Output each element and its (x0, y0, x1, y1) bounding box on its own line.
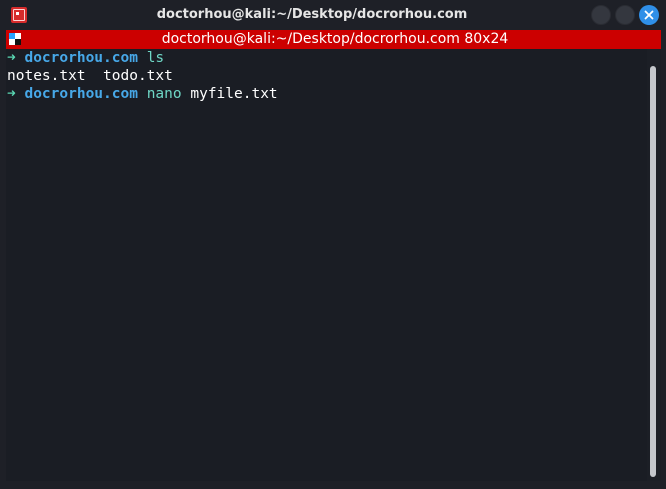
session-tab[interactable]: doctorhou@kali:~/Desktop/docrorhou.com 8… (6, 30, 661, 49)
command-name: nano (146, 86, 182, 102)
session-icon (9, 33, 22, 46)
minimize-button[interactable] (591, 5, 611, 25)
prompt-directory: docrorhou.com (24, 86, 138, 102)
window-frame-right (661, 30, 666, 489)
terminal-line: notes.txt todo.txt (7, 67, 173, 85)
terminal-output[interactable]: ➜ docrorhou.com ls notes.txt todo.txt ➜ … (6, 49, 647, 481)
command-name: ls (146, 50, 165, 66)
session-tab-title: doctorhou@kali:~/Desktop/docrorhou.com 8… (161, 31, 509, 47)
title-bar[interactable]: doctorhou@kali:~/Desktop/docrorhou.com (0, 0, 666, 30)
terminal-window: doctorhou@kali:~/Desktop/docrorhou.com d… (0, 0, 666, 489)
close-button[interactable] (639, 5, 659, 25)
window-frame-bottom (0, 481, 666, 489)
scrollbar[interactable] (647, 49, 661, 481)
command-argument: myfile.txt (190, 86, 278, 102)
terminal-line: ➜ docrorhou.com nano myfile.txt (7, 85, 278, 103)
window-title: doctorhou@kali:~/Desktop/docrorhou.com (156, 7, 468, 22)
scrollbar-thumb[interactable] (650, 66, 656, 477)
prompt-arrow-icon: ➜ (7, 50, 16, 66)
maximize-button[interactable] (615, 5, 635, 25)
prompt-directory: docrorhou.com (24, 50, 138, 66)
prompt-arrow-icon: ➜ (7, 86, 16, 102)
terminal-line: ➜ docrorhou.com ls (7, 49, 164, 67)
close-icon (644, 10, 654, 20)
command-output: notes.txt todo.txt (7, 68, 173, 84)
